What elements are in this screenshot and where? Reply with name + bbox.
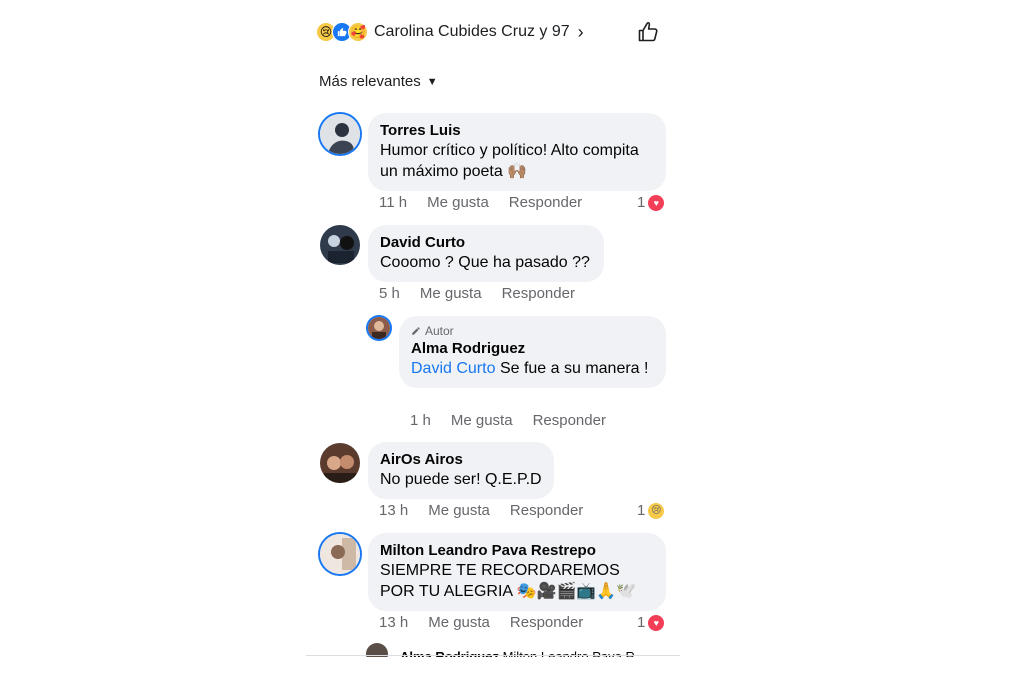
comment-author[interactable]: Alma Rodriguez bbox=[411, 339, 654, 358]
reply-button[interactable]: Responder bbox=[502, 285, 575, 302]
comment-text: Humor crítico y político! Alto compita u… bbox=[380, 142, 639, 180]
reaction-count-value: 1 bbox=[637, 194, 646, 211]
reactions-summary[interactable]: 😢 🥰 Carolina Cubides Cruz y 97 › bbox=[316, 20, 584, 44]
comment-author[interactable]: AirOs Airos bbox=[380, 450, 542, 469]
comment-text: Cooomo ? Que ha pasado ?? bbox=[380, 254, 590, 271]
comment-time[interactable]: 1 h bbox=[410, 412, 431, 429]
comment-author[interactable]: David Curto bbox=[380, 233, 592, 252]
comment-text: SIEMPRE TE RECORDAREMOS POR TU ALEGRIA 🎭… bbox=[380, 562, 637, 600]
reaction-count[interactable]: 1 ♥ bbox=[637, 614, 665, 631]
comment-actions: 5 h Me gusta Responder bbox=[379, 285, 575, 302]
like-button[interactable]: Me gusta bbox=[451, 412, 513, 429]
chevron-down-icon: ▼ bbox=[426, 75, 438, 88]
comment-actions: 13 h Me gusta Responder bbox=[379, 614, 583, 631]
reply-text: Se fue a su manera ! bbox=[499, 360, 649, 377]
reply-button[interactable]: Responder bbox=[510, 502, 583, 519]
comment-text: No puede ser! Q.E.P.D bbox=[380, 471, 542, 488]
comment-actions: 13 h Me gusta Responder bbox=[379, 502, 583, 519]
pencil-icon bbox=[412, 327, 420, 335]
author-badge: Autor bbox=[411, 324, 654, 338]
sort-label: Más relevantes bbox=[319, 73, 421, 90]
chevron-right-icon: › bbox=[577, 21, 584, 42]
reply-button[interactable]: Responder bbox=[510, 614, 583, 631]
comment-bubble: David Curto Cooomo ? Que ha pasado ?? bbox=[368, 225, 604, 282]
comment-author[interactable]: Milton Leandro Pava Restrepo bbox=[380, 541, 654, 560]
like-button[interactable]: Me gusta bbox=[420, 285, 482, 302]
reactors-label: Carolina Cubides Cruz y 97 bbox=[374, 23, 570, 40]
mention-link[interactable]: David Curto bbox=[411, 360, 495, 377]
reaction-count[interactable]: 1 ♥ bbox=[637, 194, 665, 211]
reaction-icons: 😢 🥰 bbox=[316, 22, 368, 42]
reply-bubble: Autor Alma Rodriguez David Curto Se fue … bbox=[399, 316, 666, 388]
reply-button[interactable]: Responder bbox=[509, 194, 582, 211]
like-button[interactable]: Me gusta bbox=[428, 502, 490, 519]
comment-time[interactable]: 13 h bbox=[379, 502, 408, 519]
like-button[interactable]: Me gusta bbox=[427, 194, 489, 211]
divider bbox=[306, 655, 680, 656]
comment-time[interactable]: 5 h bbox=[379, 285, 400, 302]
sort-dropdown[interactable]: Más relevantes ▼ bbox=[319, 73, 438, 90]
comment-time[interactable]: 13 h bbox=[379, 614, 408, 631]
sad-icon: 😢 bbox=[648, 502, 665, 519]
comment-bubble: Milton Leandro Pava Restrepo SIEMPRE TE … bbox=[368, 533, 666, 611]
love-icon: ♥ bbox=[648, 614, 665, 631]
comment-time[interactable]: 11 h bbox=[379, 194, 407, 211]
author-tag-label: Autor bbox=[425, 324, 454, 338]
reaction-count-value: 1 bbox=[637, 502, 646, 519]
avatar[interactable] bbox=[320, 114, 360, 154]
like-outline-icon[interactable] bbox=[636, 20, 660, 44]
avatar[interactable] bbox=[320, 225, 360, 265]
comment-bubble: AirOs Airos No puede ser! Q.E.P.D bbox=[368, 442, 554, 499]
care-icon: 🥰 bbox=[348, 22, 368, 42]
avatar[interactable] bbox=[368, 317, 390, 339]
comment-author[interactable]: Torres Luis bbox=[380, 121, 654, 140]
comment-actions: 1 h Me gusta Responder bbox=[410, 412, 606, 429]
avatar[interactable] bbox=[320, 534, 360, 574]
reaction-count[interactable]: 1 😢 bbox=[637, 502, 665, 519]
avatar[interactable] bbox=[320, 443, 360, 483]
reaction-count-value: 1 bbox=[637, 614, 646, 631]
love-icon: ♥ bbox=[648, 194, 665, 211]
comment-text: David Curto Se fue a su manera ! bbox=[411, 358, 654, 379]
comment-actions: 11 h Me gusta Responder bbox=[379, 194, 582, 211]
comment-bubble: Torres Luis Humor crítico y político! Al… bbox=[368, 113, 666, 191]
reply-button[interactable]: Responder bbox=[533, 412, 606, 429]
like-button[interactable]: Me gusta bbox=[428, 614, 490, 631]
